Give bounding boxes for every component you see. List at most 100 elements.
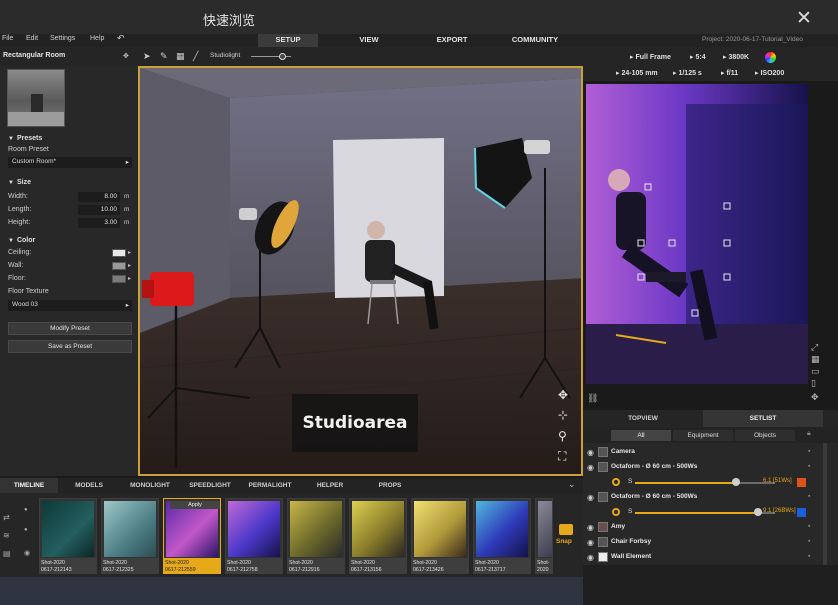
aperture[interactable]: ▸ f/11 (721, 69, 738, 77)
portrait-orientation-icon[interactable]: ▯ (811, 378, 816, 389)
tab-export[interactable]: EXPORT (420, 34, 484, 47)
compare-icon[interactable]: ⇄ (3, 513, 10, 522)
eye-icon[interactable]: ◉ (587, 448, 594, 457)
timeline-shot[interactable]: Shot-2020 0617-213426 (411, 498, 469, 574)
eye-icon[interactable]: ◉ (587, 463, 594, 472)
undo-icon[interactable]: ↶ (117, 33, 125, 44)
iso[interactable]: ▸ ISO200 (755, 69, 784, 77)
camera-preview[interactable]: ⤢ ▦ ▭ ▯ ✥ ⛓ (583, 81, 838, 410)
height-input[interactable]: 3.00 (78, 218, 120, 228)
setlist-item-light1[interactable]: ◉ Octaform - Ø 60 cm - 500Ws ▪ (583, 460, 823, 475)
filter-all[interactable]: All (611, 430, 671, 441)
tab-community[interactable]: COMMUNITY (500, 34, 570, 47)
tab-monolight[interactable]: MONOLIGHT (120, 478, 180, 493)
filter-equipment[interactable]: Equipment (673, 430, 733, 441)
move-icon[interactable]: ✥ (811, 392, 819, 403)
chevron-right-icon[interactable]: ▸ (128, 275, 131, 282)
stack-icon[interactable]: ▤ (3, 549, 11, 558)
eye-icon[interactable]: ◉ (587, 538, 594, 547)
studio-3d-viewport[interactable]: Studioarea ✥ ⊹ ⚲ ⛶ (138, 66, 583, 476)
timeline-shot[interactable]: Shot-2020 0617-212143 (39, 498, 97, 574)
presets-section-header[interactable]: ▼ Presets (8, 135, 42, 142)
timeline-shot[interactable]: Shot-2020 0617-212758 (225, 498, 283, 574)
lock-icon[interactable]: ▪ (808, 553, 810, 560)
ceiling-color-swatch[interactable] (112, 249, 126, 257)
layers-icon[interactable]: ≋ (3, 531, 10, 540)
menu-file[interactable]: File (2, 35, 13, 42)
lock-icon[interactable]: 🔒︎ (807, 430, 811, 438)
filter-objects[interactable]: Objects (735, 430, 795, 441)
floor-texture-select[interactable]: Wood 03 ▸ (8, 300, 132, 311)
tab-props[interactable]: PROPS (360, 478, 420, 493)
width-input[interactable]: 8.00 (78, 192, 120, 202)
lock-icon[interactable]: ▪ (808, 538, 810, 545)
link-icon[interactable]: ⛓ (587, 393, 598, 404)
lock-icon[interactable]: ▪ (808, 493, 810, 500)
white-balance[interactable]: ▸ 3800K (723, 53, 749, 61)
modify-preset-button[interactable]: Modify Preset (8, 322, 132, 335)
light1-power-knob[interactable] (732, 478, 740, 486)
room-thumbnail[interactable] (7, 69, 65, 127)
setlist-item-chair[interactable]: ◉ Chair Forbsy ▪ (583, 535, 823, 550)
snap-button[interactable]: Snap (556, 524, 578, 552)
apply-button[interactable]: Apply (170, 501, 220, 509)
menu-help[interactable]: Help (90, 35, 104, 42)
room-preset-select[interactable]: Custom Room* ▸ (8, 157, 132, 168)
tab-speedlight[interactable]: SPEEDLIGHT (180, 478, 240, 493)
setlist-scrollbar[interactable] (823, 443, 827, 565)
wall-color-swatch[interactable] (112, 262, 126, 270)
expand-icon[interactable]: ⤢ (811, 342, 818, 353)
tab-setlist[interactable]: SETLIST (703, 410, 823, 427)
tab-view[interactable]: VIEW (340, 34, 398, 47)
lens[interactable]: ▸ 24-105 mm (616, 69, 658, 77)
setlist-item-light2[interactable]: ◉ Octaform - Ø 60 cm - 500Ws ▪ (583, 490, 823, 505)
studiolight-slider-knob[interactable] (279, 53, 286, 60)
line-tool-icon[interactable]: ╱ (193, 51, 198, 62)
chevron-right-icon[interactable]: ▸ (128, 249, 131, 256)
light2-color-swatch[interactable] (797, 508, 806, 517)
setlist-item-amy[interactable]: ◉ Amy ▪ (583, 520, 823, 535)
chevron-down-icon[interactable]: ⌄ (568, 479, 576, 490)
timeline-shot[interactable]: Shot-2020 0617-213156 (349, 498, 407, 574)
chevron-right-icon[interactable]: ▸ (128, 262, 131, 269)
move-icon[interactable]: ✥ (558, 388, 568, 402)
floor-color-swatch[interactable] (112, 275, 126, 283)
timeline-shot[interactable]: Shot-20200617-21 (535, 498, 553, 574)
fit-view-icon[interactable]: ⛶ (558, 449, 566, 464)
setlist-item-camera[interactable]: ◉ Camera ▪ (583, 445, 823, 460)
lock-icon[interactable]: ▪ (808, 448, 810, 455)
close-icon[interactable]: ✕ (796, 7, 812, 30)
setlist-item-wall[interactable]: ◉ Wall Element ▪ (583, 550, 823, 565)
pin-icon[interactable]: ✥ (123, 52, 129, 60)
light1-color-swatch[interactable] (797, 478, 806, 487)
timeline-shot-selected[interactable]: Shot-2020 0617-212559 (163, 498, 221, 574)
color-section-header[interactable]: ▼ Color (8, 237, 35, 244)
histogram-icon[interactable]: ▭ (811, 366, 820, 377)
length-input[interactable]: 10.00 (78, 205, 120, 215)
light2-power-knob[interactable] (754, 508, 762, 516)
save-as-preset-button[interactable]: Save as Preset (8, 340, 132, 353)
timeline-shot[interactable]: Shot-2020 0617-212325 (101, 498, 159, 574)
tab-setup[interactable]: SETUP (258, 34, 318, 47)
eye-icon[interactable]: ◉ (24, 549, 30, 557)
pen-icon[interactable]: ✎ (160, 51, 168, 62)
color-wheel-icon[interactable] (765, 52, 776, 63)
menu-settings[interactable]: Settings (50, 35, 75, 42)
shutter[interactable]: ▸ 1/125 s (673, 69, 702, 77)
menu-edit[interactable]: Edit (26, 35, 38, 42)
lock-icon[interactable]: ▪ (808, 523, 810, 530)
tab-timeline[interactable]: TIMELINE (0, 478, 58, 493)
eye-icon[interactable]: ◉ (587, 523, 594, 532)
size-section-header[interactable]: ▼ Size (8, 179, 31, 186)
pan-icon[interactable]: ⊹ (558, 408, 568, 422)
timeline-shot[interactable]: Shot-2020 0617-213717 (473, 498, 531, 574)
sensor-mode[interactable]: ▸ Full Frame (630, 53, 671, 61)
tab-topview[interactable]: TOPVIEW (583, 410, 703, 427)
tab-models[interactable]: MODELS (58, 478, 120, 493)
tab-permalight[interactable]: PERMALIGHT (240, 478, 300, 493)
pointer-icon[interactable]: ➤ (143, 51, 151, 62)
aspect-ratio[interactable]: ▸ 5:4 (690, 53, 706, 61)
zoom-icon[interactable]: ⚲ (558, 429, 567, 443)
power-toggle-icon[interactable] (612, 508, 620, 516)
grid-overlay-icon[interactable]: ▦ (811, 354, 820, 365)
